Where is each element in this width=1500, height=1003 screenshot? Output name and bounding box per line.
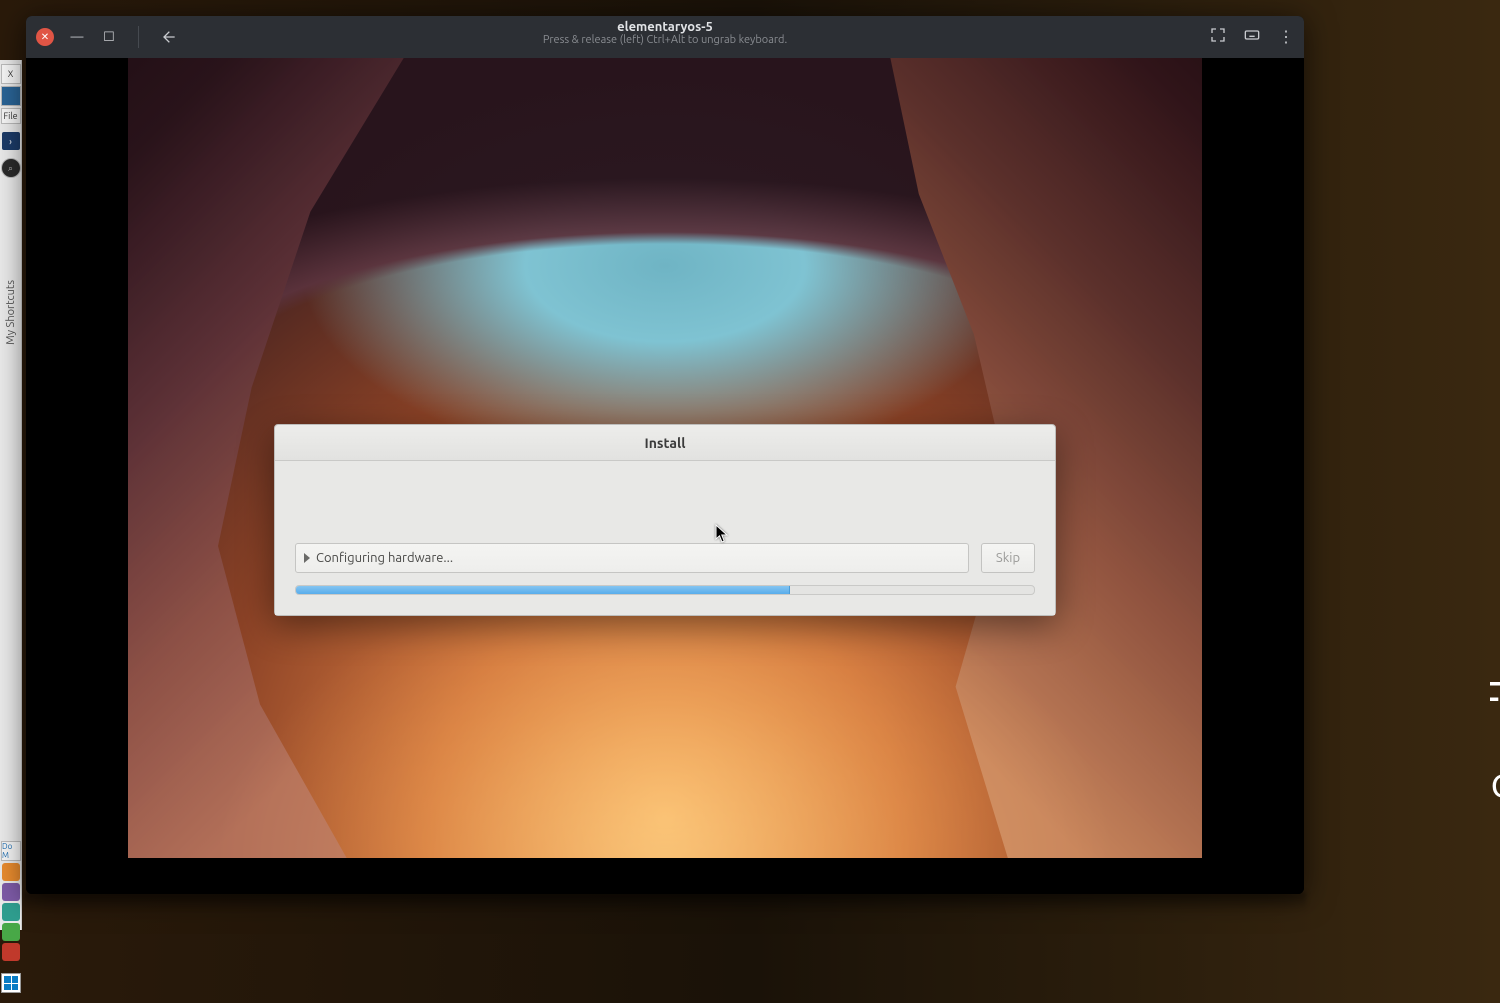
titlebar-right-controls: ⋮ [1210,27,1294,47]
host-tray-icon[interactable] [2,863,20,881]
host-collapse-chevron-icon[interactable]: › [2,132,20,150]
install-status-row: Configuring hardware... Skip [295,543,1035,573]
host-window-close-fragment[interactable]: X [1,64,21,84]
install-status-expander[interactable]: Configuring hardware... [295,543,969,573]
vm-subtitle: Press & release (left) Ctrl+Alt to ungra… [543,34,787,46]
install-status-text: Configuring hardware... [316,551,453,565]
keyboard-icon [1244,27,1260,43]
fullscreen-icon [1210,27,1226,43]
host-shortcuts-label: My Shortcuts [5,280,17,345]
vm-title: elementaryos-5 [543,20,787,34]
window-drop-shadow [24,892,1306,910]
install-progress-fill [296,586,790,594]
host-do-fragment: Do M [1,841,21,861]
titlebar-separator [138,26,139,48]
cursor-icon [715,524,729,544]
host-search-icon[interactable]: ⌕ [1,158,21,178]
host-taskbar-fragment: Do M [0,841,22,993]
maximize-button[interactable]: ☐ [100,28,118,46]
fullscreen-button[interactable] [1210,27,1226,47]
titlebar-left-controls: ✕ — ☐ [36,26,177,48]
mouse-cursor [715,524,729,544]
arrow-left-icon [160,29,176,45]
guest-display: Install Configuring hardware... Skip [26,58,1304,894]
install-progress-bar [295,585,1035,595]
vm-window: ✕ — ☐ elementaryos-5 Press & release (le… [26,16,1304,894]
titlebar-title-group: elementaryos-5 Press & release (left) Ct… [543,20,787,46]
host-tray-icon[interactable] [2,923,20,941]
host-tray-icon[interactable] [2,903,20,921]
minimize-button[interactable]: — [68,28,86,46]
install-dialog: Install Configuring hardware... Skip [274,424,1056,616]
install-dialog-title: Install [275,425,1055,461]
menu-button[interactable]: ⋮ [1278,29,1294,45]
guest-wallpaper: Install Configuring hardware... Skip [128,58,1202,858]
kebab-icon: ⋮ [1278,28,1294,46]
install-dialog-body: Configuring hardware... Skip [275,461,1055,615]
close-button[interactable]: ✕ [36,28,54,46]
triangle-right-icon [304,553,310,563]
skip-button[interactable]: Skip [981,543,1035,573]
host-right-glyph: F [1490,670,1500,728]
back-button[interactable] [159,28,177,46]
host-tray-icon[interactable] [2,883,20,901]
vm-titlebar: ✕ — ☐ elementaryos-5 Press & release (le… [26,16,1304,58]
host-right-glyph: o [1490,758,1500,805]
host-start-button[interactable] [1,973,21,993]
host-right-fragment: F o [1490,60,1500,930]
host-menu-file-fragment[interactable]: File [1,108,21,124]
keyboard-button[interactable] [1244,27,1260,47]
host-tray-icon[interactable] [2,943,20,961]
host-os-strip: X File › ⌕ My Shortcuts [0,60,22,930]
host-app-icon[interactable] [1,86,21,106]
